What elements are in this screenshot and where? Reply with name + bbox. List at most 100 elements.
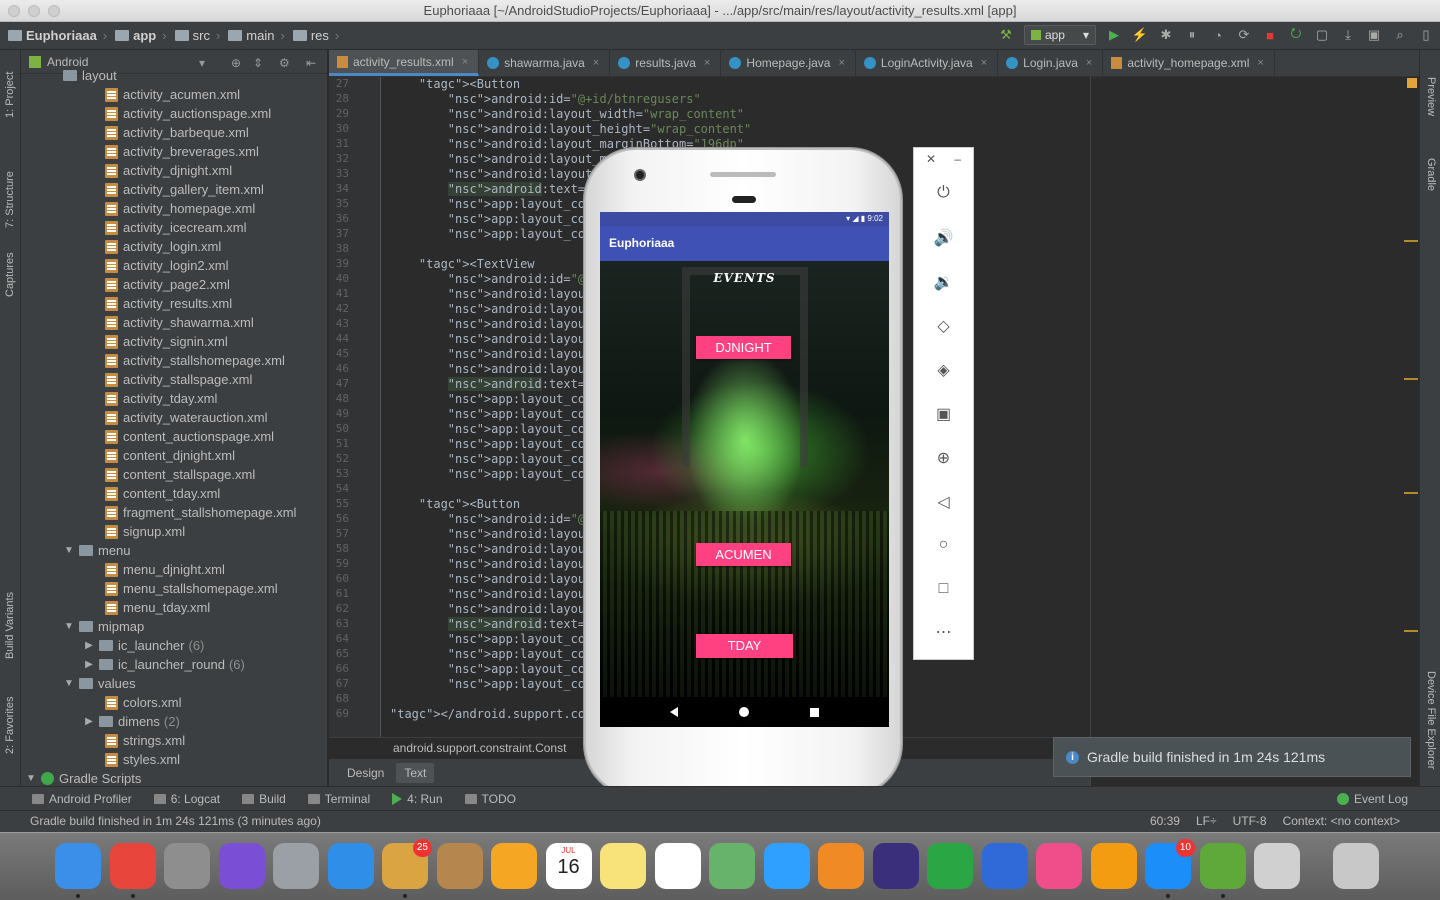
chevron-down-icon[interactable]: ▼ — [63, 674, 75, 693]
chevron-down-icon[interactable]: ▼ — [63, 541, 75, 560]
nav-crumb-main[interactable]: main › — [228, 28, 285, 43]
close-tab-icon[interactable]: × — [981, 57, 987, 69]
tree-file[interactable]: activity_waterauction.xml — [21, 408, 327, 427]
back-icon[interactable]: ◁ — [914, 492, 973, 512]
tree-file[interactable]: menu_tday.xml — [21, 598, 327, 617]
tree-file[interactable]: content_djnight.xml — [21, 446, 327, 465]
tab-text[interactable]: Text — [396, 762, 435, 783]
finder-icon[interactable] — [55, 843, 101, 889]
siri-icon[interactable] — [218, 843, 265, 889]
tab-design[interactable]: Design — [339, 763, 392, 783]
android-studio-icon[interactable] — [1199, 843, 1246, 889]
close-tab-icon[interactable]: × — [593, 57, 599, 69]
editor-tab[interactable]: Login.java × — [998, 50, 1104, 76]
editor-tab[interactable]: LoginActivity.java × — [856, 50, 999, 76]
eclipse-icon[interactable] — [872, 843, 919, 889]
editor-tab[interactable]: shawarma.java × — [479, 50, 611, 76]
home-icon[interactable]: ○ — [914, 536, 973, 554]
tree-file[interactable]: menu_djnight.xml — [21, 560, 327, 579]
tool-tab-build-variants[interactable]: Build Variants — [0, 580, 21, 670]
code-line[interactable]: "tagc"><Button — [390, 497, 520, 511]
safari-icon[interactable] — [327, 843, 374, 889]
tool-tab-build[interactable]: Build — [242, 792, 286, 806]
more-icon[interactable]: ⋯ — [914, 622, 973, 642]
tree-file[interactable]: content_tday.xml — [21, 484, 327, 503]
power-icon[interactable]: ⏻ — [914, 184, 973, 202]
chevron-down-icon[interactable]: ▼ — [63, 617, 75, 636]
chevron-right-icon[interactable]: ▶ — [83, 655, 95, 674]
overview-icon[interactable] — [809, 707, 819, 717]
tool-tab-preview[interactable]: Preview — [1420, 62, 1440, 132]
trash-icon[interactable] — [1332, 843, 1379, 889]
editor-tab[interactable]: Homepage.java × — [721, 50, 856, 76]
chevron-right-icon[interactable]: ▶ — [83, 636, 95, 655]
code-line[interactable]: "nsc">android:layout_height="wrap_conten… — [390, 122, 751, 136]
attach-debugger-icon[interactable]: ⏸ — [1184, 27, 1200, 43]
rotate-right-icon[interactable]: ◈ — [914, 360, 973, 380]
system-preferences-icon[interactable] — [164, 843, 210, 889]
file-encoding[interactable]: UTF-8 — [1233, 811, 1267, 832]
notes-icon[interactable] — [600, 843, 646, 889]
tree-file[interactable]: activity_icecream.xml — [21, 218, 327, 237]
close-window-button[interactable] — [8, 5, 20, 17]
nav-crumb-src[interactable]: src › — [174, 28, 220, 43]
tday-button[interactable]: TDAY — [696, 634, 793, 658]
close-tab-icon[interactable]: × — [1086, 57, 1092, 69]
make-project-icon[interactable]: ⚒ — [998, 27, 1014, 43]
tree-file[interactable]: activity_tday.xml — [21, 389, 327, 408]
tree-file[interactable]: colors.xml — [21, 693, 327, 712]
numbers-icon[interactable] — [927, 843, 973, 889]
tree-file[interactable]: styles.xml — [21, 750, 327, 769]
minimize-window-button[interactable] — [28, 5, 40, 17]
close-tab-icon[interactable]: × — [838, 57, 844, 69]
tree-gradle-scripts[interactable]: ▼ Gradle Scripts — [21, 769, 327, 786]
tool-tab-device-file-explorer[interactable]: Device File Explorer — [1420, 655, 1440, 785]
profiler-icon[interactable]: ◔ — [1210, 27, 1226, 43]
overview-icon[interactable]: □ — [914, 580, 973, 598]
line-separator[interactable]: LF÷ — [1196, 811, 1217, 832]
calendar-icon[interactable]: JUL 16 — [545, 843, 592, 889]
tree-file[interactable]: activity_acumen.xml — [21, 85, 327, 104]
nav-crumb-app[interactable]: app › — [115, 28, 167, 43]
close-tab-icon[interactable]: × — [462, 56, 468, 68]
tree-file[interactable]: activity_auctionspage.xml — [21, 104, 327, 123]
tree-folder[interactable]: ▼ menu — [21, 541, 327, 560]
run-configuration-select[interactable]: app ▾ — [1023, 25, 1096, 45]
editor-tab[interactable]: results.java × — [610, 50, 722, 76]
tool-tab-logcat[interactable]: 6: Logcat — [153, 792, 220, 806]
tool-tab-favorites[interactable]: 2: Favorites — [0, 690, 21, 760]
ibooks-icon[interactable] — [1090, 843, 1137, 889]
chevron-down-icon[interactable]: ▼ — [25, 769, 37, 786]
event-log-button[interactable]: Event Log — [1336, 792, 1408, 806]
tree-file[interactable]: activity_homepage.xml — [21, 199, 327, 218]
editor-tab[interactable]: activity_results.xml × — [329, 50, 480, 76]
acumen-button[interactable]: ACUMEN — [696, 543, 791, 566]
tool-tab-todo[interactable]: TODO — [464, 792, 516, 806]
app-store-icon[interactable]: 10 — [1145, 839, 1195, 889]
tree-file[interactable]: activity_breverages.xml — [21, 142, 327, 161]
back-icon[interactable] — [670, 707, 679, 717]
apply-changes-icon[interactable]: ⚡ — [1132, 27, 1148, 43]
tool-tab-terminal[interactable]: Terminal — [307, 792, 370, 806]
layout-inspector-icon[interactable]: ▣ — [1366, 27, 1382, 43]
tool-tab-run[interactable]: 4: Run — [392, 792, 443, 806]
home-icon[interactable] — [738, 707, 749, 717]
camera-icon[interactable]: ▣ — [914, 404, 973, 424]
nav-crumb-res[interactable]: res › — [292, 28, 339, 43]
build-notification[interactable]: i Gradle build finished in 1m 24s 121ms — [1053, 737, 1411, 777]
tree-file[interactable]: fragment_stallshomepage.xml — [21, 503, 327, 522]
zoom-window-button[interactable] — [48, 5, 60, 17]
tree-file[interactable]: activity_page2.xml — [21, 275, 327, 294]
maps-icon[interactable] — [709, 843, 755, 889]
tree-folder[interactable]: ▶ ic_launcher_round (6) — [21, 655, 327, 674]
sync-icon[interactable]: ⟳ — [1236, 27, 1252, 43]
code-line[interactable]: "tagc"><TextView — [390, 257, 535, 271]
keynote-icon[interactable] — [981, 843, 1028, 889]
editor-tab[interactable]: activity_homepage.xml × — [1103, 50, 1275, 76]
run-icon[interactable]: ▶ — [1106, 27, 1122, 43]
tree-folder[interactable]: layout — [21, 66, 327, 85]
tree-folder[interactable]: ▶ ic_launcher (6) — [21, 636, 327, 655]
device-icon[interactable]: ▯ — [1418, 27, 1434, 43]
tool-tab-captures[interactable]: Captures — [0, 240, 21, 310]
mail-icon[interactable]: 25 — [382, 839, 432, 889]
